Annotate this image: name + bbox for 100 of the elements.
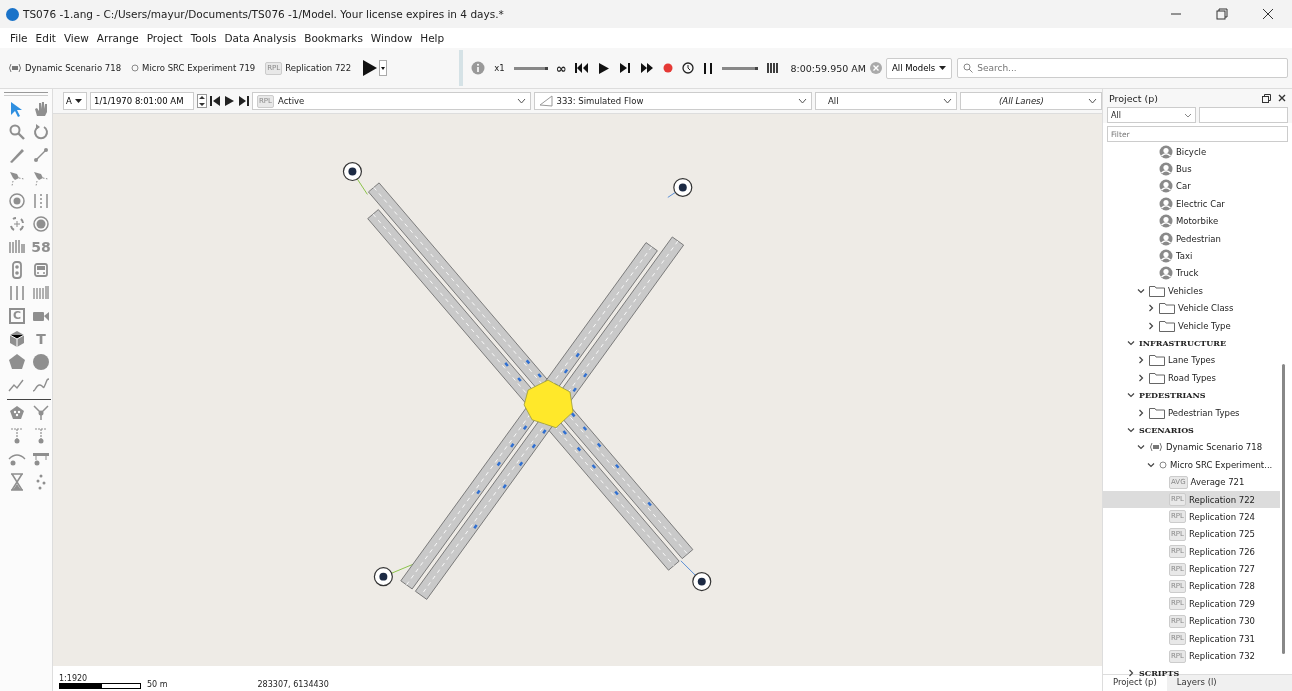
experiment-label[interactable]: Micro SRC Experiment 719	[142, 63, 256, 73]
junction-icon[interactable]	[32, 404, 50, 422]
tree-item[interactable]: Lane Types	[1168, 355, 1216, 366]
menu-item[interactable]: File	[10, 32, 28, 44]
hourglass-icon[interactable]	[8, 473, 26, 491]
chevron-down-icon[interactable]	[1147, 460, 1155, 469]
lane-lines-icon[interactable]	[32, 192, 50, 210]
menu-item[interactable]: Data Analysis	[224, 32, 297, 44]
lines-icon[interactable]	[8, 284, 26, 302]
tree-item[interactable]: Micro SRC Experiment...	[1170, 459, 1273, 470]
section-heading[interactable]: INFRASTRUCTURE	[1139, 338, 1226, 348]
model-filter-dropdown[interactable]: All Models	[886, 57, 953, 79]
chevron-right-icon[interactable]	[1137, 356, 1145, 365]
clear-icon[interactable]	[870, 62, 882, 74]
clock-icon[interactable]	[682, 62, 695, 74]
centroid-icon[interactable]	[692, 572, 712, 592]
pentagon-icon[interactable]	[8, 353, 26, 371]
float-icon[interactable]	[1262, 93, 1271, 103]
chevron-right-icon[interactable]	[1137, 373, 1145, 382]
ring-icon[interactable]	[32, 215, 50, 233]
menu-item[interactable]: Window	[370, 32, 413, 44]
chevron-right-icon[interactable]	[1147, 304, 1155, 313]
skip-back-icon[interactable]	[210, 95, 221, 107]
chevron-right-icon[interactable]	[1147, 321, 1155, 330]
sign-icon[interactable]	[32, 450, 50, 468]
replication-label[interactable]: Replication 722	[285, 63, 352, 73]
scenario-label[interactable]: Dynamic Scenario 718	[25, 63, 122, 73]
menu-item[interactable]: Arrange	[96, 32, 139, 44]
rotate-icon[interactable]	[32, 123, 50, 141]
circle-icon[interactable]	[32, 353, 50, 371]
junction[interactable]	[523, 379, 574, 429]
skip-back-icon[interactable]	[575, 62, 590, 74]
speed-slider[interactable]	[513, 66, 548, 70]
tree-item[interactable]: Truck	[1176, 268, 1199, 279]
segment-icon[interactable]	[32, 146, 50, 164]
infinity-label[interactable]: ∞	[555, 60, 567, 76]
step-slider[interactable]	[722, 66, 759, 70]
lanes-dropdown[interactable]: (All Lanes)	[960, 92, 1102, 110]
tree-item[interactable]: Bus	[1176, 164, 1192, 175]
search-field[interactable]: Search...	[957, 58, 1288, 78]
menu-item[interactable]: Edit	[35, 32, 56, 44]
play-icon[interactable]	[598, 61, 611, 75]
menu-item[interactable]: Bookmarks	[304, 32, 363, 44]
scrollbar[interactable]	[1282, 364, 1285, 654]
play-icon[interactable]	[224, 95, 235, 107]
tree-item[interactable]: Vehicle Type	[1178, 320, 1231, 331]
centroid-icon[interactable]	[373, 567, 393, 587]
date-field[interactable]: 1/1/1970 8:01:00 AM	[90, 92, 194, 110]
chevron-right-icon[interactable]	[1127, 669, 1135, 678]
cube-icon[interactable]	[8, 330, 26, 348]
node-icon[interactable]	[8, 169, 26, 187]
hand-icon[interactable]	[32, 100, 50, 118]
pen-icon[interactable]	[8, 146, 26, 164]
tree-item[interactable]: Electric Car	[1176, 198, 1225, 209]
record-icon[interactable]	[663, 63, 674, 73]
centroid-icon[interactable]	[342, 162, 362, 182]
layer-dropdown[interactable]: A	[63, 92, 87, 110]
tree-item[interactable]: Dynamic Scenario 718	[1166, 442, 1263, 453]
caret-icon[interactable]	[379, 60, 388, 76]
chevron-down-icon[interactable]	[1137, 443, 1145, 452]
tree-item[interactable]: Bicycle	[1176, 146, 1207, 157]
info-icon[interactable]	[471, 61, 486, 75]
tree-item[interactable]: Motorbike	[1176, 216, 1219, 227]
target-icon[interactable]	[8, 192, 26, 210]
tree-item[interactable]: Vehicle Class	[1178, 303, 1234, 314]
close-icon[interactable]	[1262, 8, 1274, 20]
menu-item[interactable]: Tools	[190, 32, 217, 44]
pause-icon[interactable]	[703, 62, 714, 74]
bus-icon[interactable]	[32, 261, 50, 279]
crosshair-icon[interactable]	[8, 215, 26, 233]
skip-forward-icon[interactable]	[238, 95, 249, 107]
curve-icon[interactable]	[32, 376, 50, 394]
close-icon[interactable]	[1278, 94, 1286, 102]
tree-item[interactable]: Vehicles	[1168, 285, 1203, 296]
tree-item[interactable]: Road Types	[1168, 372, 1216, 383]
menu-item[interactable]: Project	[146, 32, 183, 44]
chevron-down-icon[interactable]	[1127, 391, 1135, 400]
centroid-icon[interactable]	[673, 177, 693, 197]
tree-item[interactable]: Pedestrian Types	[1168, 407, 1240, 418]
section-heading[interactable]: SCENARIOS	[1139, 424, 1194, 435]
menu-item[interactable]: Help	[420, 32, 445, 44]
chevron-right-icon[interactable]	[1137, 408, 1145, 417]
menu-item[interactable]: View	[63, 32, 89, 44]
barcode-icon[interactable]	[32, 284, 50, 302]
chevron-down-icon[interactable]	[1127, 339, 1135, 347]
tree-item[interactable]: Taxi	[1176, 251, 1193, 262]
filter-dropdown[interactable]: All	[815, 92, 957, 110]
tree-item[interactable]: Pedestrian	[1176, 233, 1221, 244]
type-dropdown[interactable]: All	[1107, 107, 1196, 123]
tree-item[interactable]: Car	[1176, 181, 1191, 192]
bars-icon[interactable]	[767, 63, 779, 73]
panel-tab[interactable]: Project (p)	[1103, 675, 1167, 691]
spinner-icon[interactable]	[197, 94, 207, 108]
node-icon[interactable]	[32, 169, 50, 187]
chevron-down-icon[interactable]	[1137, 286, 1145, 295]
view-mode-dropdown[interactable]: 333: Simulated Flow	[533, 92, 812, 110]
section-heading[interactable]: PEDESTRIANS	[1139, 390, 1206, 401]
chevron-down-icon[interactable]	[1127, 425, 1135, 434]
fast-forward-icon[interactable]	[640, 62, 655, 74]
search-icon[interactable]	[8, 123, 26, 141]
